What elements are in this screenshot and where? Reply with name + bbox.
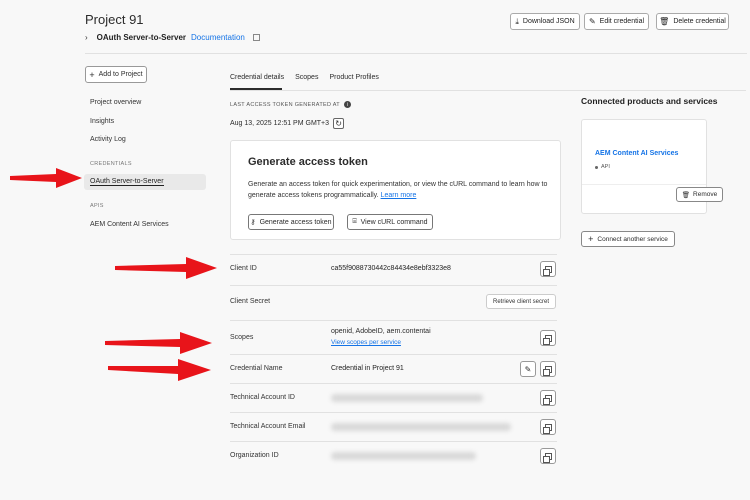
annotation-arrows bbox=[10, 168, 217, 381]
red-arrow-credential bbox=[10, 168, 82, 188]
red-arrow-scopes bbox=[105, 332, 212, 354]
red-arrow-credential-name bbox=[108, 359, 211, 381]
red-arrow-client-id bbox=[115, 257, 217, 279]
